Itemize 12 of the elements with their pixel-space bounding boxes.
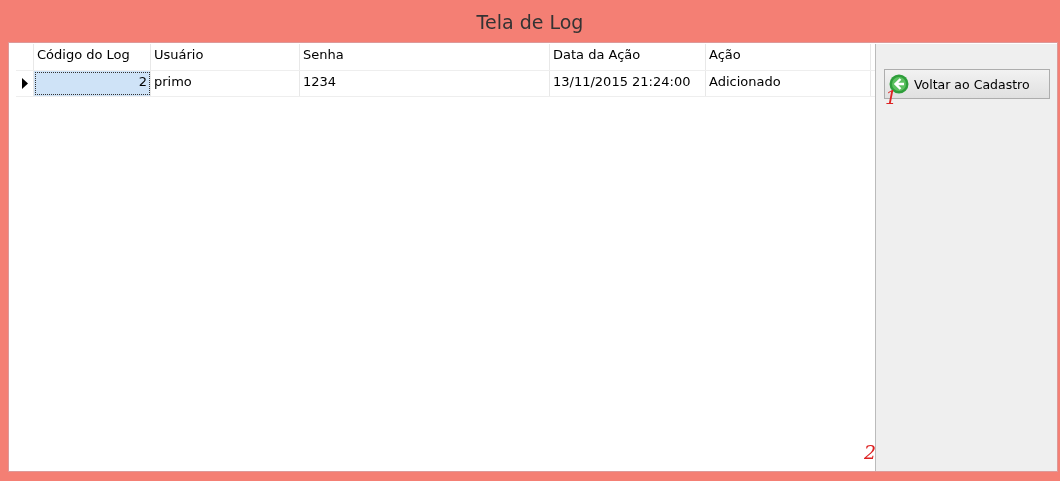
column-header[interactable]: Senha bbox=[300, 44, 550, 70]
table-cell: 1234 bbox=[300, 71, 550, 96]
column-header[interactable]: Código do Log bbox=[34, 44, 151, 70]
table-cell: Adicionado bbox=[706, 71, 871, 96]
window-title: Tela de Log bbox=[476, 10, 584, 33]
column-header[interactable]: Usuário bbox=[151, 44, 300, 70]
table-cell: primo bbox=[151, 71, 300, 96]
table-cell: 2 bbox=[34, 71, 151, 96]
column-header[interactable]: Data da Ação bbox=[550, 44, 706, 70]
column-header[interactable]: Ação bbox=[706, 44, 871, 70]
annotation-number: 2 bbox=[864, 441, 877, 463]
table-cell: 13/11/2015 21:24:00 bbox=[550, 71, 706, 96]
